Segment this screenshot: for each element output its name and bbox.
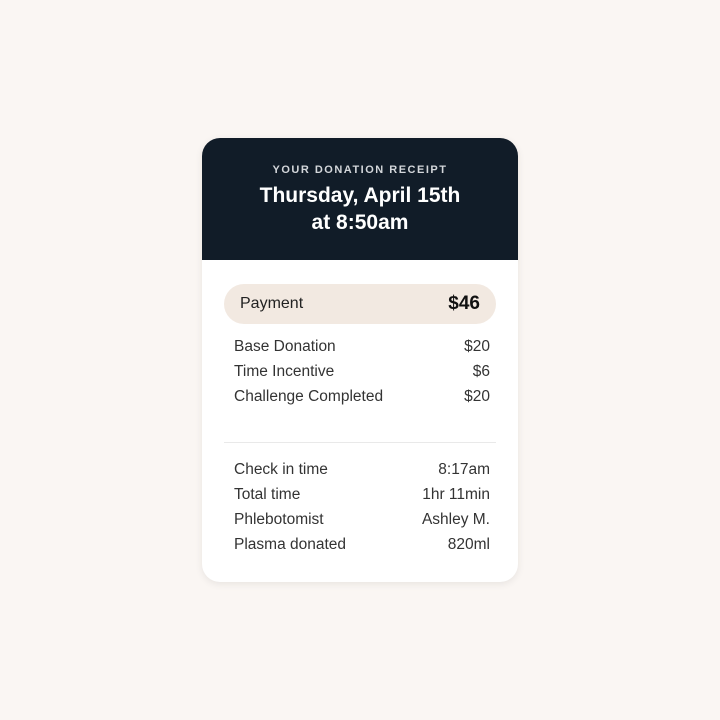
detail-row: Check in time 8:17am bbox=[234, 461, 490, 479]
line-item-value: $20 bbox=[464, 338, 490, 356]
receipt-card: YOUR DONATION RECEIPT Thursday, April 15… bbox=[202, 138, 518, 582]
line-item-value: $6 bbox=[473, 363, 490, 381]
receipt-eyebrow: YOUR DONATION RECEIPT bbox=[222, 164, 498, 176]
line-item: Challenge Completed $20 bbox=[234, 388, 490, 406]
detail-value: 820ml bbox=[448, 536, 490, 554]
detail-label: Check in time bbox=[234, 461, 328, 479]
payment-line-items: Base Donation $20 Time Incentive $6 Chal… bbox=[224, 338, 496, 406]
payment-amount: $46 bbox=[448, 293, 480, 315]
detail-row: Total time 1hr 11min bbox=[234, 486, 490, 504]
payment-summary: Payment $46 bbox=[224, 284, 496, 324]
receipt-body: Payment $46 Base Donation $20 Time Incen… bbox=[202, 260, 518, 582]
detail-value: Ashley M. bbox=[422, 511, 490, 529]
detail-label: Phlebotomist bbox=[234, 511, 324, 529]
line-item: Base Donation $20 bbox=[234, 338, 490, 356]
receipt-header: YOUR DONATION RECEIPT Thursday, April 15… bbox=[202, 138, 518, 260]
detail-label: Total time bbox=[234, 486, 300, 504]
detail-label: Plasma donated bbox=[234, 536, 346, 554]
line-item-value: $20 bbox=[464, 388, 490, 406]
receipt-title-line1: Thursday, April 15th bbox=[260, 184, 461, 207]
receipt-title-line2: at 8:50am bbox=[312, 211, 409, 234]
donation-details: Check in time 8:17am Total time 1hr 11mi… bbox=[224, 461, 496, 554]
line-item-label: Challenge Completed bbox=[234, 388, 383, 406]
section-divider bbox=[224, 442, 496, 443]
payment-label: Payment bbox=[240, 295, 303, 313]
line-item-label: Time Incentive bbox=[234, 363, 334, 381]
line-item: Time Incentive $6 bbox=[234, 363, 490, 381]
detail-row: Plasma donated 820ml bbox=[234, 536, 490, 554]
line-item-label: Base Donation bbox=[234, 338, 336, 356]
detail-value: 8:17am bbox=[438, 461, 490, 479]
receipt-title: Thursday, April 15th at 8:50am bbox=[222, 183, 498, 236]
detail-row: Phlebotomist Ashley M. bbox=[234, 511, 490, 529]
detail-value: 1hr 11min bbox=[422, 486, 490, 504]
